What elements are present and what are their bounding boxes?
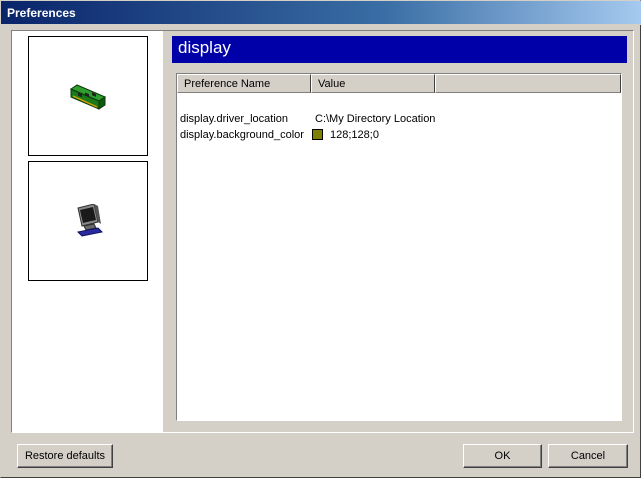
cancel-button[interactable]: Cancel: [548, 444, 628, 468]
preference-name: display.driver_location: [180, 113, 289, 125]
color-swatch: [312, 129, 323, 140]
category-display[interactable]: [28, 161, 148, 281]
monitor-icon: [76, 204, 104, 237]
category-list: [12, 31, 163, 432]
column-header-name[interactable]: Preference Name: [177, 74, 311, 93]
column-header-filler: [435, 74, 621, 93]
column-header-value[interactable]: Value: [311, 74, 435, 93]
category-memory-card[interactable]: [28, 36, 148, 156]
restore-defaults-button[interactable]: Restore defaults: [17, 444, 113, 468]
preference-value: C:\My Directory Location: [315, 113, 436, 125]
window-title: Preferences: [1, 1, 641, 25]
table-row[interactable]: display.driver_location C:\My Directory …: [177, 111, 621, 127]
preferences-window: Preferences display Preference Name Valu…: [0, 0, 641, 478]
preference-value: 128;128;0: [330, 129, 379, 141]
table-header: Preference Name Value: [177, 74, 621, 93]
preferences-table[interactable]: Preference Name Value display.driver_loc…: [176, 73, 622, 421]
section-header: display: [172, 36, 627, 63]
ok-button[interactable]: OK: [463, 444, 542, 468]
memory-card-icon: [69, 84, 107, 110]
preference-name: display.background_color: [180, 129, 304, 141]
table-row[interactable]: display.background_color 128;128;0: [177, 127, 621, 143]
